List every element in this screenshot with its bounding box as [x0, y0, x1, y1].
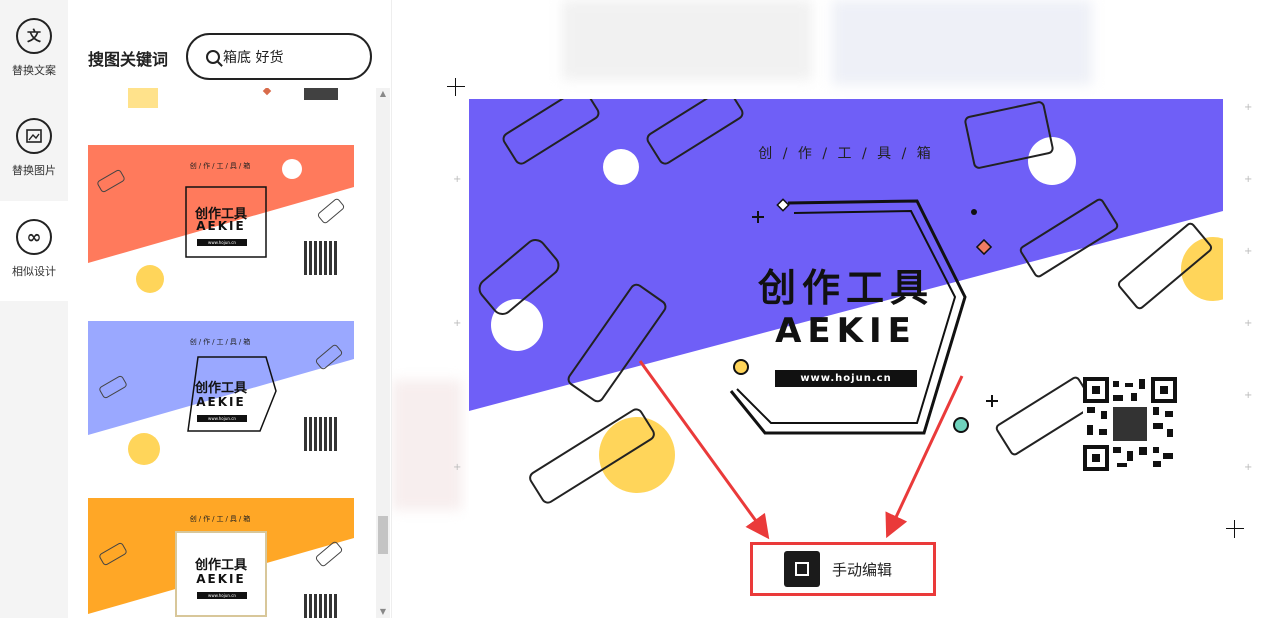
- thumbnail-1-qr: [304, 241, 338, 275]
- thumbnail-1-url: www.hojun.cn: [197, 239, 247, 246]
- thumbnail-2-qr: [304, 417, 338, 451]
- background-blur: [392, 380, 462, 510]
- thumbnail-card-3[interactable]: 创/作/工/具/箱 创作工具 AEKIE www.hojun.cn: [88, 498, 354, 618]
- rail-item-replace-text[interactable]: 文 替换文案: [0, 0, 68, 100]
- thumbnail-3-title: 创作工具: [194, 558, 247, 573]
- grid-plus-icon: +: [453, 318, 462, 329]
- rail-item-similar-design[interactable]: ∞ 相似设计: [0, 201, 68, 301]
- panel-scrollbar[interactable]: ▲ ▼: [376, 88, 390, 618]
- rail-item-replace-image[interactable]: 替换图片: [0, 100, 68, 200]
- qr-code-icon: [1083, 377, 1177, 471]
- manual-edit-icon: [784, 551, 820, 587]
- canvas-area: + + + + + + + + + 创 / 作 / 工 / 具 / 箱 创作工具…: [392, 0, 1283, 618]
- rail-label-replace-text: 替换文案: [12, 64, 56, 77]
- thumbnail-3-qr: [304, 594, 338, 618]
- grid-plus-icon: +: [1244, 462, 1253, 473]
- thumbnail-1-subtitle: 创/作/工/具/箱: [189, 162, 253, 170]
- rail-label-similar-design: 相似设计: [12, 265, 56, 278]
- thumbnail-partial: [128, 88, 338, 108]
- thumbnail-card-2[interactable]: 创/作/工/具/箱 创作工具 AEKIE www.hojun.cn: [88, 321, 354, 471]
- scrollbar-thumb[interactable]: [378, 516, 388, 554]
- crop-corner-icon[interactable]: [1226, 520, 1244, 538]
- crop-corner-icon[interactable]: [447, 78, 465, 96]
- infinity-icon: ∞: [16, 219, 52, 255]
- design-canvas[interactable]: 创 / 作 / 工 / 具 / 箱 创作工具 AEKIE www.hojun.c…: [469, 99, 1223, 517]
- panel-title: 搜图关键词: [88, 50, 169, 69]
- grid-plus-icon: +: [1244, 102, 1253, 113]
- thumbnail-2-subtitle: 创/作/工/具/箱: [189, 338, 253, 346]
- search-input[interactable]: 箱底 好货: [186, 33, 372, 80]
- image-icon: [16, 118, 52, 154]
- design-title[interactable]: 创作工具: [469, 257, 1223, 312]
- grid-plus-icon: +: [453, 462, 462, 473]
- thumbnail-2-brand: AEKIE: [196, 395, 246, 409]
- design-subtitle[interactable]: 创 / 作 / 工 / 具 / 箱: [469, 143, 1223, 163]
- grid-plus-icon: +: [453, 174, 462, 185]
- design-qr-code[interactable]: [1083, 377, 1177, 471]
- left-rail: 文 替换文案 替换图片 ∞ 相似设计: [0, 0, 68, 618]
- thumbnail-card-1[interactable]: 创/作/工/具/箱 创作工具 AEKIE www.hojun.cn: [88, 145, 354, 295]
- manual-edit-label: 手动编辑: [832, 560, 893, 579]
- scroll-down-arrow-icon[interactable]: ▼: [376, 606, 390, 618]
- scroll-up-arrow-icon[interactable]: ▲: [376, 88, 390, 100]
- grid-plus-icon: +: [1244, 174, 1253, 185]
- thumbnail-1-brand: AEKIE: [196, 219, 246, 233]
- app-root: 文 替换文案 替换图片 ∞ 相似设计 搜图关键词 箱底 好货 创/作/工/具/箱…: [0, 0, 1283, 618]
- grid-plus-icon: +: [1244, 390, 1253, 401]
- grid-plus-icon: +: [1244, 246, 1253, 257]
- grid-plus-icon: +: [1244, 318, 1253, 329]
- search-value: 箱底 好货: [223, 49, 284, 66]
- thumbnail-3-subtitle: 创/作/工/具/箱: [189, 515, 253, 523]
- background-blur: [562, 0, 812, 80]
- thumbnail-3-brand: AEKIE: [196, 572, 246, 586]
- thumbnail-3-url: www.hojun.cn: [197, 592, 247, 599]
- design-brand[interactable]: AEKIE: [469, 311, 1223, 351]
- manual-edit-button[interactable]: 手动编辑: [750, 542, 936, 596]
- search-icon: [206, 49, 220, 64]
- design-url[interactable]: www.hojun.cn: [775, 370, 917, 387]
- thumbnail-2-url: www.hojun.cn: [197, 415, 247, 422]
- background-blur: [832, 0, 1092, 85]
- text-icon: 文: [16, 18, 52, 54]
- thumbnail-list: 创/作/工/具/箱 创作工具 AEKIE www.hojun.cn 创/作/工/…: [88, 88, 354, 618]
- thumbnail-2-title: 创作工具: [194, 381, 247, 396]
- similar-design-panel: 搜图关键词 箱底 好货 创/作/工/具/箱 创作工具 AEKIE www.hoj…: [68, 0, 392, 618]
- rail-label-replace-image: 替换图片: [12, 164, 56, 177]
